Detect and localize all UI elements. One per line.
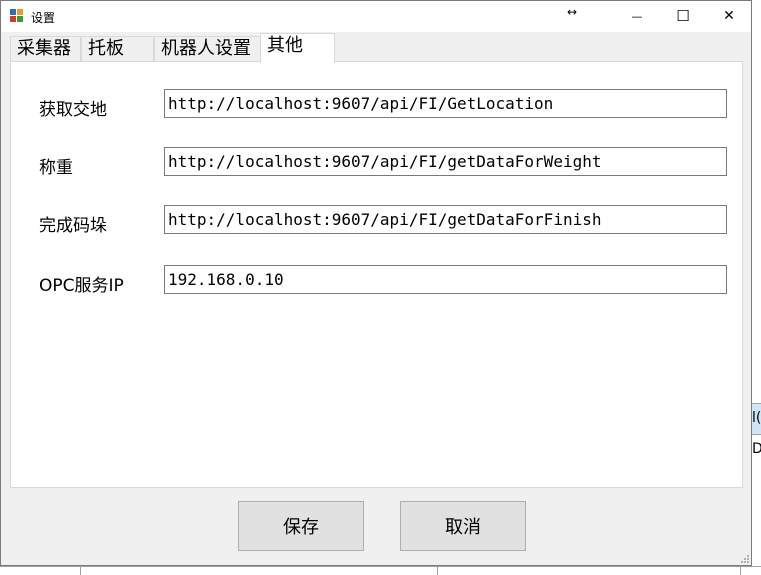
resize-arrows-icon: ↔ <box>567 5 578 19</box>
opc-service-ip-field[interactable] <box>164 265 727 294</box>
background-grid-line <box>80 566 81 575</box>
title-bar[interactable]: 设置 ↔ — ☐ ✕ <box>1 1 751 32</box>
finish-stacking-label: 完成码垛 <box>39 216 107 236</box>
tab-label: 机器人设置 <box>161 38 251 59</box>
maximize-icon: ☐ <box>676 7 690 25</box>
window-title: 设置 <box>31 11 56 25</box>
get-location-label: 获取交地 <box>39 100 107 120</box>
weight-label: 称重 <box>39 158 73 178</box>
background-grid-line <box>740 566 741 575</box>
tab-label: 其他 <box>267 35 303 56</box>
opc-service-ip-label: OPC服务IP <box>39 276 124 296</box>
app-icon <box>10 9 24 23</box>
settings-dialog: 设置 ↔ — ☐ ✕ 采集器 托板 机器人设置 其他 获取交地 称重 完成码垛 <box>0 0 752 566</box>
background-fragment: l( <box>752 410 761 426</box>
tab-collector[interactable]: 采集器 <box>10 36 81 61</box>
resize-grip-icon[interactable] <box>739 553 749 563</box>
background-grid-line <box>0 566 761 567</box>
cancel-button[interactable]: 取消 <box>400 501 526 551</box>
tab-other[interactable]: 其他 <box>260 33 335 63</box>
minimize-button[interactable]: — <box>614 1 660 31</box>
maximize-button[interactable]: ☐ <box>660 1 706 31</box>
get-location-url-field[interactable] <box>164 89 727 118</box>
background-grid-line <box>437 566 438 575</box>
tab-label: 托板 <box>88 38 124 59</box>
tab-pallet[interactable]: 托板 <box>81 36 154 61</box>
tab-strip: 采集器 托板 机器人设置 其他 <box>10 33 742 63</box>
background-fragment: Da <box>752 441 761 457</box>
tab-robot-settings[interactable]: 机器人设置 <box>154 36 261 61</box>
tab-label: 采集器 <box>17 38 71 59</box>
finish-stacking-url-field[interactable] <box>164 205 727 234</box>
tab-page-other: 获取交地 称重 完成码垛 OPC服务IP <box>10 61 743 488</box>
minimize-icon: — <box>631 9 643 23</box>
weight-url-field[interactable] <box>164 147 727 176</box>
close-icon: ✕ <box>723 8 735 24</box>
close-button[interactable]: ✕ <box>706 1 752 31</box>
save-button[interactable]: 保存 <box>238 501 364 551</box>
